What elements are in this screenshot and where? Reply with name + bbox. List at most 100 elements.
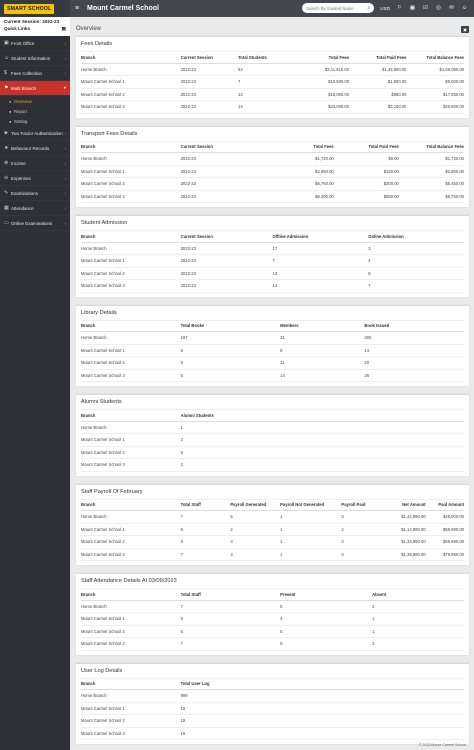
table-row: Mount Carmel School 32 [81,458,464,472]
sidebar-item-behaviour-records[interactable]: ★ Behaviour Records › [0,141,70,156]
table-cell: 53 [238,63,296,76]
column-header[interactable]: Total Staff [180,589,281,601]
sidebar-item-examinations[interactable]: ✎ Examinations › [0,186,70,201]
table-row: Mount Carmel School 25 [81,446,464,459]
search-icon[interactable]: ⌕ [367,5,370,11]
logo[interactable]: SMART SCHOOL [0,0,70,17]
flag-icon[interactable]: ⚐ [396,5,403,11]
column-header[interactable]: Alumni Students [180,410,464,422]
column-header[interactable]: Payroll Generated [230,499,281,511]
table-cell: $6,300.00 [272,190,334,203]
table-cell: 1 [280,523,342,536]
table-row: Mount Carmel School 3 2022-23 14 7 [81,279,464,293]
column-header[interactable]: Online Admission [368,231,464,243]
table-row: Home Branch 7 5 1 3 $1,42,990.00 $48,000.00 [81,510,464,524]
column-header[interactable]: Net Amount [387,499,426,511]
table-cell: Mount Carmel School 2 [81,446,181,459]
column-header[interactable]: Total Fees [295,52,350,64]
table-cell: Mount Carmel School 1 [81,75,181,89]
column-header[interactable]: Paid Amount [425,499,464,511]
table-cell: 19 [180,714,464,728]
sidebar-item-online-examinations[interactable]: ▭ Online Examinations › [0,216,70,231]
table-cell: Mount Carmel School 3 [81,279,181,293]
column-header[interactable]: Branch [81,410,181,422]
search-input[interactable] [306,5,365,11]
column-header[interactable]: Payroll Not Generated [280,499,342,511]
table-cell: 7 [180,600,281,613]
table-cell: $5,750.00 [398,190,464,203]
table-cell: 16 [180,727,464,740]
column-header[interactable]: Total Staff [180,499,231,511]
column-header[interactable]: Offline Admission [272,231,369,243]
column-header[interactable]: Total Paid Fees [349,52,407,64]
table-cell: Mount Carmel School 2 [81,88,181,101]
settings-icon[interactable]: ▣ [461,25,469,33]
footer-copyright: © 2023 Mount Carmel School [418,743,466,747]
column-header[interactable]: Branch [81,678,181,690]
quick-links[interactable]: Quick Links [4,26,30,32]
table-cell: 4 [280,612,373,626]
column-header[interactable]: Branch [81,499,181,511]
column-header[interactable]: Total Balance Fees [398,141,464,153]
column-header[interactable]: Branch [81,52,181,64]
table-cell: $18,000.00 [295,88,350,101]
table-cell: $0.00 [333,152,399,166]
sidebar-item-multi-branch[interactable]: ⚑ Multi Branch ▾ [0,81,70,96]
column-header[interactable]: Current Session [180,141,273,153]
column-header[interactable]: Payroll Paid [341,499,388,511]
column-header[interactable]: Absent [372,589,464,601]
column-header[interactable]: Total User Log [180,678,464,690]
table-row: Home Branch 197 31 305 [81,331,464,345]
calendar-icon[interactable]: ▦ [409,5,416,11]
table-cell: 3 [230,535,281,549]
sidebar-item-expenses[interactable]: ⊖ Expenses › [0,171,70,186]
sidebar-item-fees-collection[interactable]: $ Fees Collection › [0,66,70,81]
chat-icon[interactable]: ✉ [448,5,455,11]
column-header[interactable]: Members [280,320,365,332]
sidebar-item-label: Student Information [11,55,51,61]
hamburger-menu-icon[interactable]: ≡ [75,5,81,12]
column-header[interactable]: Current Session [180,231,273,243]
table-cell: Mount Carmel School 1 [81,165,181,178]
column-header[interactable]: Branch [81,320,181,332]
column-header[interactable]: Branch [81,141,181,153]
column-header[interactable]: Total Paid Fees [333,141,399,153]
search-box[interactable]: ⌕ [302,3,375,13]
table-cell: $2,800.00 [398,165,464,178]
sidebar-item-income[interactable]: ⊕ Income › [0,156,70,171]
table-cell: 1 [180,421,464,434]
whatsapp-icon[interactable]: ◎ [435,5,442,11]
column-header[interactable]: Total Balance Fees [406,52,464,64]
column-header[interactable]: Book Issued [364,320,464,332]
sidebar-item-label: Attendance [11,205,34,211]
column-header[interactable]: Branch [81,231,181,243]
quick-links-icon[interactable]: ▤ [62,26,66,32]
sidebar-item-two-factor-authentication[interactable]: ◈ Two Factor Authentication › [0,126,70,141]
column-header[interactable]: Total Books [180,320,281,332]
current-session[interactable]: Current Session: 2022-23 [4,19,66,24]
column-header[interactable]: Branch [81,589,181,601]
sidebar-subitem-overview[interactable]: ● Overview [0,96,70,106]
table-cell: $150.00 [333,165,399,178]
column-header[interactable]: Present [280,589,373,601]
currency-selector[interactable]: USD [380,6,390,11]
sidebar-item-attendance[interactable]: ▦ Attendance › [0,201,70,216]
task-icon[interactable]: ☑ [422,5,429,11]
table-cell: $5,450.00 [398,177,464,191]
card-title: Alumni Students [81,398,464,410]
sidebar-item-front-office[interactable]: ▣ Front Office › [0,36,70,51]
table-cell: 2022-23 [180,254,273,268]
table-cell: 5 [180,356,281,370]
table-cell: 999 [180,689,464,703]
table-cell: 1 [280,535,342,549]
column-header[interactable]: Total Students [238,52,296,64]
column-header[interactable]: Current Session [180,52,239,64]
column-header[interactable]: Total Fees [272,141,334,153]
sidebar-subitem-report[interactable]: ● Report [0,106,70,116]
main-content: Overview ▣ Fees Details Branch Current Ses… [76,22,469,750]
table-cell: Home Branch [81,421,181,434]
user-avatar-icon[interactable]: ☺ [461,5,468,11]
table-cell: 1 [372,612,464,626]
sidebar-item-student-information[interactable]: ☺ Student Information › [0,51,70,66]
sidebar-subitem-setting[interactable]: ● Setting [0,116,70,126]
